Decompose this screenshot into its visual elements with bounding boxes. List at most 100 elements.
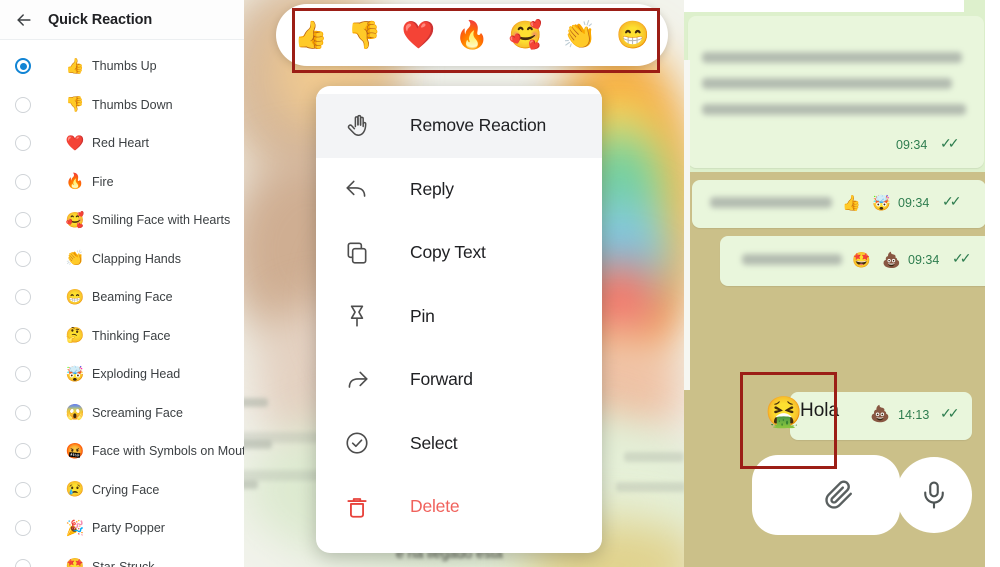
sidebar-header: Quick Reaction bbox=[0, 0, 244, 40]
menu-item-label: Reply bbox=[410, 178, 454, 199]
reaction-option-row[interactable]: 🤩 Star-Struck bbox=[0, 548, 244, 567]
menu-item-label: Delete bbox=[410, 496, 460, 517]
radio-button[interactable] bbox=[15, 366, 31, 383]
reaction-option-row[interactable]: 🥰 Smiling Face with Hearts bbox=[0, 201, 244, 240]
reaction-emoji-icon: 😢 bbox=[65, 481, 85, 499]
paperclip-icon[interactable] bbox=[824, 480, 854, 510]
reaction-option-row[interactable]: 🔥 Fire bbox=[0, 163, 244, 202]
reaction-option-label: Thumbs Down bbox=[92, 97, 173, 112]
radio-button[interactable] bbox=[15, 96, 31, 113]
reaction-emoji-icon: 👎 bbox=[65, 96, 85, 114]
reaction-bar-fire-icon[interactable]: 🔥 bbox=[455, 21, 489, 49]
reaction-option-label: Thinking Face bbox=[92, 328, 171, 343]
radio-button[interactable] bbox=[15, 212, 31, 229]
radio-button[interactable] bbox=[15, 173, 31, 190]
forward-arrow-icon bbox=[342, 365, 372, 395]
menu-item-copy-text[interactable]: Copy Text bbox=[316, 221, 602, 285]
message-timestamp: 14:13 bbox=[898, 408, 930, 422]
hola-message-text: Hola bbox=[800, 400, 840, 421]
quick-reaction-emoji-bar[interactable]: 👍 👎 ❤️ 🔥 🥰 👏 😁 bbox=[276, 4, 668, 66]
reaction-option-label: Crying Face bbox=[92, 482, 160, 497]
radio-button-selected[interactable] bbox=[15, 58, 31, 75]
reaction-emoji: 💩 bbox=[870, 406, 890, 423]
read-receipt-icon: ✓✓ bbox=[952, 250, 972, 266]
reaction-bar-beaming-face-icon[interactable]: 😁 bbox=[616, 21, 650, 49]
reaction-bar-thumbs-down-icon[interactable]: 👎 bbox=[348, 21, 382, 49]
reaction-option-row[interactable]: 😱 Screaming Face bbox=[0, 394, 244, 433]
reaction-option-label: Beaming Face bbox=[92, 290, 173, 305]
menu-item-forward[interactable]: Forward bbox=[316, 348, 602, 412]
radio-button[interactable] bbox=[15, 135, 31, 152]
trash-icon bbox=[342, 492, 372, 522]
reaction-option-label: Fire bbox=[92, 174, 114, 189]
reaction-bar-smiling-face-with-hearts-icon[interactable]: 🥰 bbox=[509, 21, 543, 49]
microphone-button[interactable] bbox=[896, 457, 972, 533]
reaction-option-row[interactable]: 👍 Thumbs Up bbox=[0, 47, 244, 86]
menu-item-label: Select bbox=[410, 432, 458, 453]
message-context-menu[interactable]: Remove Reaction Reply Copy Text Pin Forward S… bbox=[316, 86, 602, 553]
reaction-option-row[interactable]: 😢 Crying Face bbox=[0, 471, 244, 510]
screen-root: e ha llegado esta 👍 👎 ❤️ 🔥 🥰 👏 😁 Remove Reacti… bbox=[0, 0, 1000, 567]
waving-hand-icon bbox=[342, 111, 372, 141]
read-receipt-icon: ✓✓ bbox=[940, 405, 960, 421]
radio-button[interactable] bbox=[15, 327, 31, 344]
chat-bubble-3[interactable]: 🤩 💩 09:34 ✓✓ bbox=[720, 236, 1000, 286]
message-timestamp: 09:34 bbox=[896, 138, 928, 152]
menu-item-pin[interactable]: Pin bbox=[316, 285, 602, 349]
reply-arrow-icon bbox=[342, 174, 372, 204]
reaction-option-label: Face with Symbols on Mouth bbox=[92, 444, 244, 459]
read-receipt-icon: ✓✓ bbox=[940, 135, 960, 151]
chat-bubble-2[interactable]: 👍 🤯 09:34 ✓✓ bbox=[692, 180, 986, 228]
reaction-option-label: Thumbs Up bbox=[92, 59, 157, 74]
reaction-emoji-icon: 🥰 bbox=[65, 211, 85, 229]
reaction-option-label: Star-Struck bbox=[92, 559, 155, 567]
reaction-option-label: Red Heart bbox=[92, 136, 149, 151]
reaction-emoji-icon: 👏 bbox=[65, 250, 85, 268]
menu-item-remove-reaction[interactable]: Remove Reaction bbox=[316, 94, 602, 158]
quick-reaction-sidebar: Quick Reaction 👍 Thumbs Up 👎 Thumbs Down ❤️ R… bbox=[0, 0, 244, 567]
reaction-bar-clapping-hands-icon[interactable]: 👏 bbox=[563, 21, 597, 49]
reaction-option-row[interactable]: 🤔 Thinking Face bbox=[0, 317, 244, 356]
menu-item-reply[interactable]: Reply bbox=[316, 158, 602, 222]
page-title: Quick Reaction bbox=[48, 11, 153, 28]
reaction-emoji-icon: 😁 bbox=[65, 288, 85, 306]
radio-button[interactable] bbox=[15, 404, 31, 421]
back-arrow-icon[interactable] bbox=[14, 10, 34, 30]
quick-reaction-option-list: 👍 Thumbs Up 👎 Thumbs Down ❤️ Red Heart 🔥 Fire 🥰 S… bbox=[0, 40, 244, 567]
radio-button[interactable] bbox=[15, 558, 31, 567]
menu-item-select[interactable]: Select bbox=[316, 412, 602, 476]
window-right-edge bbox=[985, 0, 1000, 567]
reaction-emoji-icon: 🤔 bbox=[65, 327, 85, 345]
chat-bubble-1[interactable]: 09:34 ✓✓ bbox=[688, 16, 984, 168]
radio-button[interactable] bbox=[15, 250, 31, 267]
menu-item-label: Pin bbox=[410, 305, 435, 326]
menu-item-label: Copy Text bbox=[410, 242, 486, 263]
reaction-emoji: 🤯 bbox=[872, 195, 891, 212]
reaction-option-label: Clapping Hands bbox=[92, 251, 181, 266]
reaction-emoji-icon: 👍 bbox=[65, 57, 85, 75]
read-receipt-icon: ✓✓ bbox=[942, 193, 962, 209]
reaction-option-row[interactable]: 👏 Clapping Hands bbox=[0, 240, 244, 279]
reaction-emoji: 👍 bbox=[842, 195, 861, 212]
radio-button[interactable] bbox=[15, 520, 31, 537]
chat-header-strip bbox=[684, 0, 964, 12]
radio-button[interactable] bbox=[15, 289, 31, 306]
copy-icon bbox=[342, 238, 372, 268]
menu-item-label: Remove Reaction bbox=[410, 115, 547, 136]
reaction-option-row[interactable]: 👎 Thumbs Down bbox=[0, 86, 244, 125]
reaction-option-row[interactable]: 🎉 Party Popper bbox=[0, 509, 244, 548]
reaction-option-label: Party Popper bbox=[92, 521, 165, 536]
reaction-option-label: Exploding Head bbox=[92, 367, 181, 382]
check-circle-icon bbox=[342, 428, 372, 458]
reaction-bar-red-heart-icon[interactable]: ❤️ bbox=[401, 21, 435, 49]
reaction-option-row[interactable]: 😁 Beaming Face bbox=[0, 278, 244, 317]
radio-button[interactable] bbox=[15, 481, 31, 498]
reaction-option-row[interactable]: 🤬 Face with Symbols on Mouth bbox=[0, 432, 244, 471]
reaction-emoji-icon: 🤬 bbox=[65, 442, 85, 460]
reaction-option-row[interactable]: 🤯 Exploding Head bbox=[0, 355, 244, 394]
reaction-emoji-icon: 🤯 bbox=[65, 365, 85, 383]
radio-button[interactable] bbox=[15, 443, 31, 460]
reaction-bar-thumbs-up-icon[interactable]: 👍 bbox=[294, 21, 328, 49]
menu-item-delete[interactable]: Delete bbox=[316, 475, 602, 539]
reaction-option-row[interactable]: ❤️ Red Heart bbox=[0, 124, 244, 163]
